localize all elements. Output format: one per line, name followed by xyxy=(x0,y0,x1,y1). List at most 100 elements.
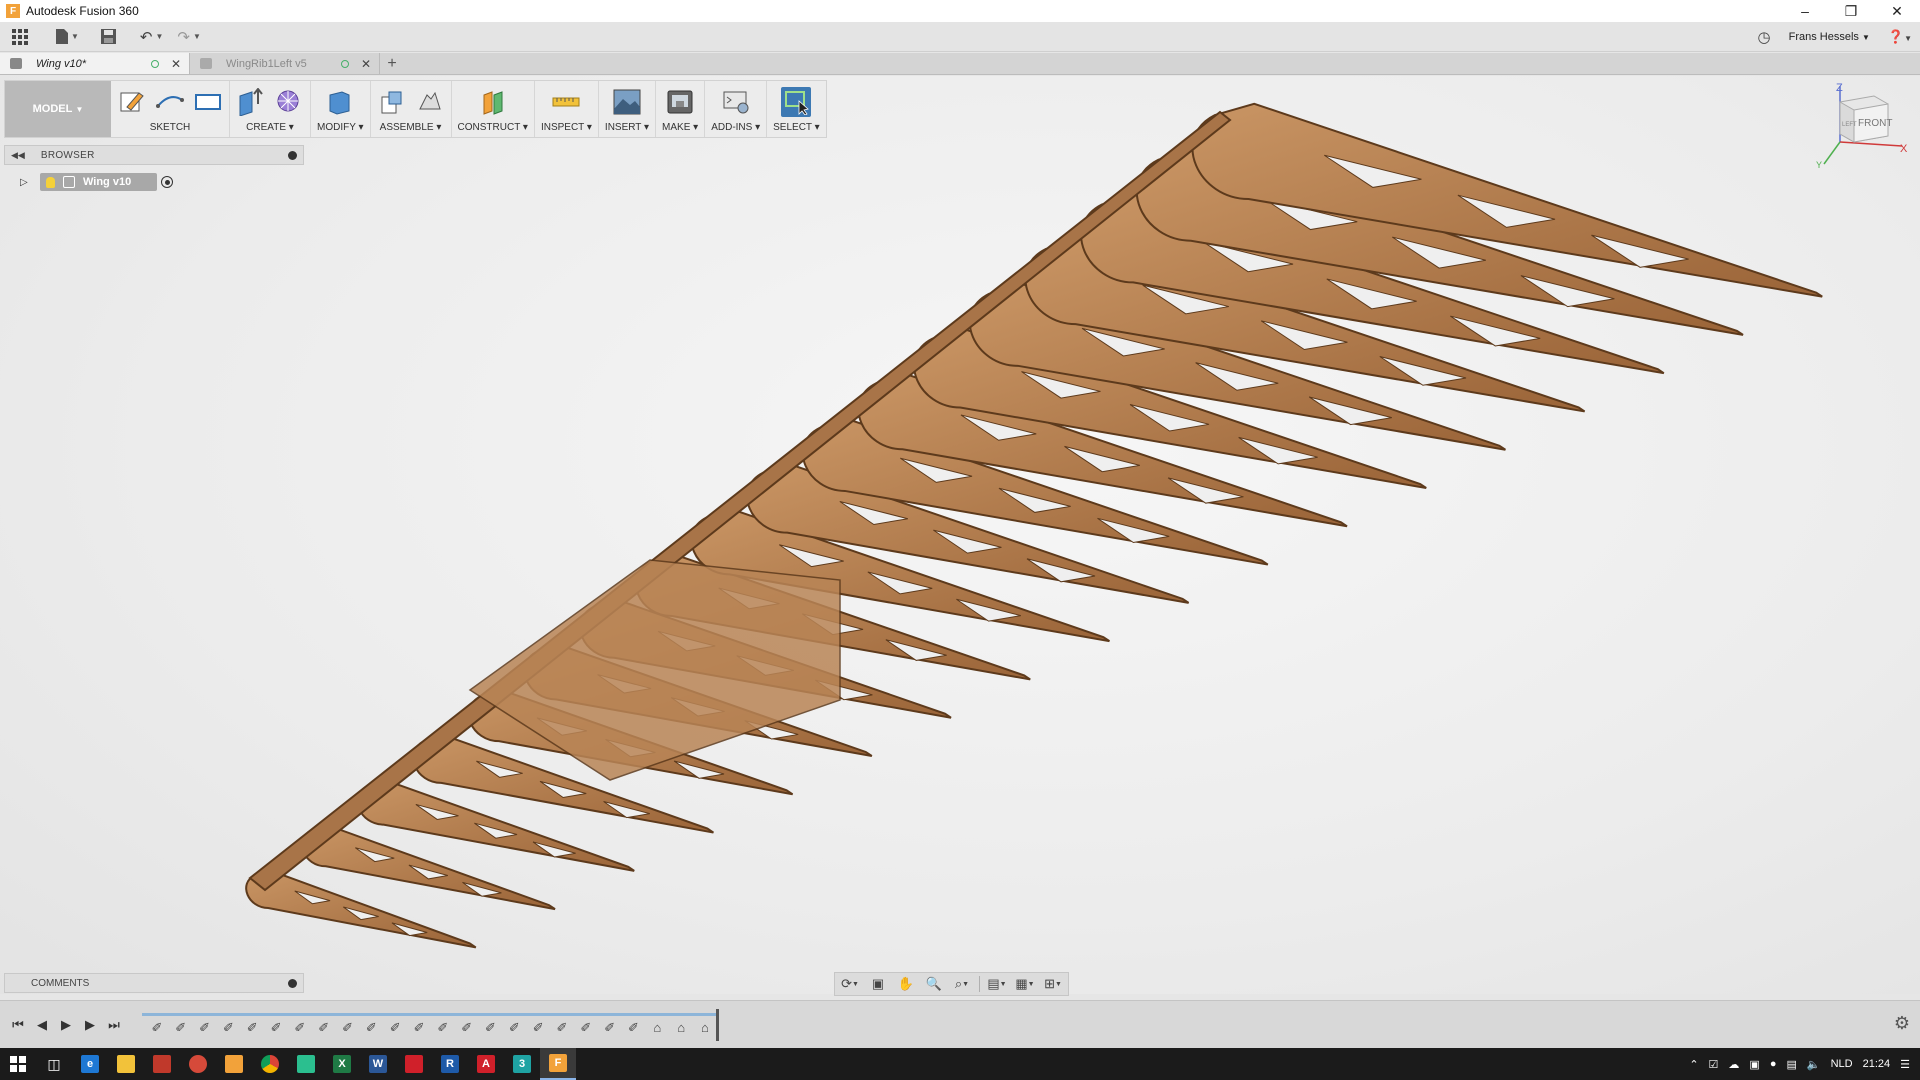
user-account-menu[interactable]: Frans Hessels ▼ xyxy=(1789,31,1870,43)
volume-icon[interactable]: 🔈 xyxy=(1807,1058,1821,1071)
help-icon[interactable]: ❓▼ xyxy=(1888,29,1912,45)
windows-start-icon[interactable] xyxy=(0,1048,36,1080)
timeline-joint-icon[interactable]: ⌂ xyxy=(670,1018,692,1038)
viewcube[interactable]: FRONT LEFT Z X Y xyxy=(1810,82,1910,172)
timeline-sketch-icon[interactable]: ✐ xyxy=(575,1018,597,1038)
timeline-track[interactable]: ✐ ✐ ✐ ✐ ✐ ✐ ✐ ✐ ✐ ✐ ✐ ✐ ✐ ✐ ✐ ✐ ✐ ✐ ✐ ✐ ✐ ⌂ ⌂ ⌂ xyxy=(142,1013,716,1039)
viewports-icon[interactable]: ⊞ ▼ xyxy=(1042,975,1064,993)
taskbar-app-icon[interactable] xyxy=(144,1048,180,1080)
taskbar-app-icon[interactable] xyxy=(216,1048,252,1080)
create-group[interactable]: CREATE ▾ xyxy=(230,81,311,137)
timeline-sketch-icon[interactable]: ✐ xyxy=(551,1018,573,1038)
tray-expand-icon[interactable]: ⌃ xyxy=(1689,1058,1698,1071)
timeline-sketch-icon[interactable]: ✐ xyxy=(408,1018,430,1038)
grid-settings-icon[interactable]: ▦ ▼ xyxy=(1014,975,1036,993)
taskbar-app-icon[interactable]: 3 xyxy=(504,1048,540,1080)
new-component-icon[interactable] xyxy=(377,87,407,117)
orbit-icon[interactable]: ⟳ ▼ xyxy=(839,975,861,993)
timeline-joint-icon[interactable]: ⌂ xyxy=(694,1018,716,1038)
timeline-sketch-icon[interactable]: ✐ xyxy=(432,1018,454,1038)
look-at-icon[interactable]: ▣ xyxy=(867,975,889,993)
timeline-sketch-icon[interactable]: ✐ xyxy=(241,1018,263,1038)
network-icon[interactable]: ▤ xyxy=(1786,1058,1796,1071)
timeline-sketch-icon[interactable]: ✐ xyxy=(480,1018,502,1038)
tray-app-icon[interactable]: ☑ xyxy=(1709,1058,1719,1071)
tab-wing[interactable]: Wing v10* ✕ xyxy=(0,53,190,74)
create-sketch-icon[interactable] xyxy=(117,87,147,117)
step-back-icon[interactable]: ◀ xyxy=(30,1013,54,1037)
input-language[interactable]: NLD xyxy=(1831,1058,1853,1070)
make-group[interactable]: MAKE ▾ xyxy=(656,81,706,137)
timeline-sketch-icon[interactable]: ✐ xyxy=(503,1018,525,1038)
tray-app-icon[interactable]: ● xyxy=(1770,1058,1777,1070)
design-canvas[interactable] xyxy=(0,76,1920,994)
timeline-settings-gear-icon[interactable]: ⚙ xyxy=(1894,1013,1910,1034)
tab-wingrib[interactable]: WingRib1Left v5 ✕ xyxy=(190,53,380,74)
fit-icon[interactable]: ⌕ ▼ xyxy=(951,975,973,993)
sketch-group[interactable]: SKETCH xyxy=(111,81,230,137)
restore-button[interactable]: ❐ xyxy=(1828,0,1874,22)
timeline-sketch-icon[interactable]: ✐ xyxy=(384,1018,406,1038)
timeline-sketch-icon[interactable]: ✐ xyxy=(194,1018,216,1038)
clock[interactable]: 21:24 xyxy=(1863,1058,1891,1070)
step-forward-icon[interactable]: ▶ xyxy=(78,1013,102,1037)
rectangle-icon[interactable] xyxy=(193,87,223,117)
timeline-sketch-icon[interactable]: ✐ xyxy=(527,1018,549,1038)
activate-radio-icon[interactable] xyxy=(161,176,174,188)
display-settings-icon[interactable]: ▤ ▼ xyxy=(986,975,1008,993)
modify-group[interactable]: MODIFY ▾ xyxy=(311,81,371,137)
tray-app-icon[interactable]: ▣ xyxy=(1749,1058,1759,1071)
redo-icon[interactable]: ↷ ▼ xyxy=(177,25,201,49)
close-button[interactable]: ✕ xyxy=(1874,0,1920,22)
timeline-sketch-icon[interactable]: ✐ xyxy=(146,1018,168,1038)
taskbar-app-icon[interactable] xyxy=(396,1048,432,1080)
timeline-marker[interactable] xyxy=(716,1009,719,1041)
job-status-clock-icon[interactable]: ◷ xyxy=(1758,28,1771,46)
timeline-sketch-icon[interactable]: ✐ xyxy=(289,1018,311,1038)
visibility-bulb-icon[interactable] xyxy=(46,176,55,188)
construct-group[interactable]: CONSTRUCT ▾ xyxy=(452,81,535,137)
pin-panel-icon[interactable] xyxy=(288,150,297,160)
file-explorer-icon[interactable] xyxy=(108,1048,144,1080)
timeline-sketch-icon[interactable]: ✐ xyxy=(265,1018,287,1038)
timeline-sketch-icon[interactable]: ✐ xyxy=(217,1018,239,1038)
insert-canvas-icon[interactable] xyxy=(612,87,642,117)
taskbar-app-icon[interactable] xyxy=(288,1048,324,1080)
line-icon[interactable] xyxy=(155,87,185,117)
form-icon[interactable] xyxy=(274,87,304,117)
timeline-joint-icon[interactable]: ⌂ xyxy=(646,1018,668,1038)
browser-tree-root[interactable]: ▷ Wing v10 xyxy=(20,172,174,192)
3d-print-icon[interactable] xyxy=(665,87,695,117)
timeline-sketch-icon[interactable]: ✐ xyxy=(360,1018,382,1038)
assemble-group[interactable]: ASSEMBLE ▾ xyxy=(371,81,452,137)
new-tab-button[interactable]: + xyxy=(380,53,404,74)
task-view-icon[interactable]: ◫ xyxy=(36,1048,72,1080)
select-group[interactable]: SELECT ▾ xyxy=(767,81,826,137)
undo-icon[interactable]: ↶ ▼ xyxy=(140,25,164,49)
add-comment-icon[interactable] xyxy=(288,978,297,988)
timeline-sketch-icon[interactable]: ✐ xyxy=(170,1018,192,1038)
timeline-sketch-icon[interactable]: ✐ xyxy=(337,1018,359,1038)
go-to-start-icon[interactable]: ⏮ xyxy=(6,1013,30,1037)
timeline-sketch-icon[interactable]: ✐ xyxy=(623,1018,645,1038)
play-icon[interactable]: ▶ xyxy=(54,1013,78,1037)
root-component-node[interactable]: Wing v10 xyxy=(40,173,158,191)
insert-group[interactable]: INSERT ▾ xyxy=(599,81,657,137)
acrobat-icon[interactable]: A xyxy=(468,1048,504,1080)
offset-plane-icon[interactable] xyxy=(478,87,508,117)
comments-panel[interactable]: COMMENTS xyxy=(4,973,304,993)
word-icon[interactable]: W xyxy=(360,1048,396,1080)
inspect-group[interactable]: INSPECT ▾ xyxy=(535,81,599,137)
close-tab-icon[interactable]: ✕ xyxy=(171,57,181,71)
add-ins-group[interactable]: ADD-INS ▾ xyxy=(705,81,768,137)
edge-icon[interactable]: e xyxy=(72,1048,108,1080)
go-to-end-icon[interactable]: ⏭ xyxy=(102,1013,126,1037)
file-menu-icon[interactable]: ▼ xyxy=(56,25,79,49)
scripts-addins-icon[interactable] xyxy=(721,87,751,117)
taskbar-app-icon[interactable]: R xyxy=(432,1048,468,1080)
expand-arrow-icon[interactable]: ▷ xyxy=(20,177,30,188)
workspace-switcher[interactable]: MODEL ▼ xyxy=(5,81,111,137)
timeline-sketch-icon[interactable]: ✐ xyxy=(313,1018,335,1038)
tray-app-icon[interactable]: ☁ xyxy=(1728,1058,1739,1071)
browser-panel-header[interactable]: ◀◀ BROWSER xyxy=(4,145,304,165)
